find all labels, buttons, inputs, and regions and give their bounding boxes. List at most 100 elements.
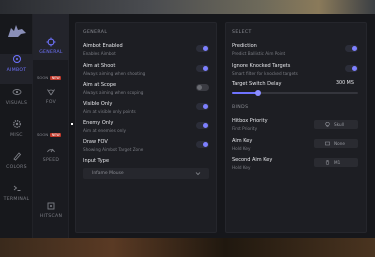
palette-icon <box>12 152 21 161</box>
option-title: Second Aim Key <box>232 157 273 163</box>
toggle-knob <box>352 66 357 71</box>
aim-key-button[interactable]: None <box>314 139 358 148</box>
mouse-icon <box>325 160 330 165</box>
toggle-knob <box>352 46 357 51</box>
option-title: Target Switch Delay <box>232 81 282 87</box>
subnav-item-fov[interactable]: FOV <box>33 87 69 105</box>
input-type-title: Input Type <box>83 158 110 164</box>
chevron-down-icon <box>195 172 201 176</box>
aimbot-enabled-toggle[interactable] <box>196 45 209 52</box>
rail-item-terminal[interactable]: TERMINAL <box>0 183 33 213</box>
rail-item-label: TERMINAL <box>3 197 30 202</box>
rail-item-visuals[interactable]: VISUALS <box>0 87 33 117</box>
subnav-item-hitscan[interactable]: HITSCAN <box>33 201 69 219</box>
soon-text: SOON <box>37 75 49 80</box>
soon-tag: SOON NEW <box>37 75 62 80</box>
key-label: None <box>334 141 345 146</box>
target-switch-delay-slider[interactable] <box>232 90 358 96</box>
option-description: First Priority <box>232 125 258 131</box>
option-description: Enables Aimbot <box>83 50 116 56</box>
subnav-item-label: HITSCAN <box>39 214 63 219</box>
binds-title: BINDS <box>232 105 249 110</box>
hitscan-icon <box>47 202 55 210</box>
aim-at-shoot-toggle[interactable] <box>196 65 209 72</box>
eye-icon <box>12 89 21 95</box>
option-hitbox-priority: Hitbox Priority First Priority <box>232 118 268 131</box>
option-title: Ignore Knocked Targets <box>232 63 291 69</box>
option-title: Enemy Only <box>83 120 114 126</box>
option-enemy-only: Enemy Only Aim at enemies only <box>83 120 126 133</box>
option-visible-only: Visible Only Aim at visible only points <box>83 101 136 114</box>
option-title: Draw FOV <box>83 139 108 145</box>
option-title: Visible Only <box>83 101 113 107</box>
option-title: Aimbot Enabled <box>83 43 123 49</box>
option-aim-key: Aim Key Hold Key <box>232 138 252 151</box>
menu-window: AIMBOT VISUALS MISC COLORS TERMINAL GENE… <box>0 14 375 238</box>
rail-item-label: COLORS <box>6 165 27 170</box>
gear-icon <box>12 120 21 128</box>
option-aim-at-shoot: Aim at Shoot Always aiming when shooting <box>83 63 145 76</box>
option-description: Always aiming when shooting <box>83 70 146 76</box>
slider-value: 300 MS <box>336 81 354 86</box>
option-draw-fov: Draw FOV Showing Aimbot Target Zone <box>83 139 143 152</box>
toggle-knob <box>203 142 208 147</box>
rail-item-label: VISUALS <box>5 101 28 106</box>
option-title: Prediction <box>232 43 257 49</box>
aimbot-subnav: GENERAL SOON NEW FOV SOON NEW SPEED HITSCA… <box>33 14 69 238</box>
rail-item-misc[interactable]: MISC <box>0 119 33 149</box>
terminal-icon <box>13 185 20 191</box>
enemy-only-toggle[interactable] <box>196 122 209 129</box>
option-title: Aim at Shoot <box>83 63 116 69</box>
key-label: Skull <box>334 122 344 127</box>
second-aim-key-button[interactable]: M1 <box>314 158 358 167</box>
option-description: Aim at enemies only <box>83 127 126 133</box>
input-type-value: Infame Mouse <box>92 171 124 176</box>
option-description: Showing Aimbot Target Zone <box>83 146 144 152</box>
mouse-cursor <box>71 123 73 125</box>
rail-item-label: AIMBOT <box>6 68 27 73</box>
rail-item-aimbot[interactable]: AIMBOT <box>0 54 33 84</box>
subnav-item-label: GENERAL <box>39 50 63 55</box>
subnav-item-label: SPEED <box>42 158 60 163</box>
option-second-aim-key: Second Aim Key Hold Key <box>232 157 272 170</box>
keyboard-icon <box>325 141 330 146</box>
new-badge: NEW <box>50 76 62 80</box>
crosshair-icon <box>46 37 56 47</box>
toggle-knob <box>197 85 202 90</box>
toggle-knob <box>203 66 208 71</box>
hitbox-priority-button[interactable]: Skull <box>314 120 358 129</box>
soon-tag: SOON NEW <box>37 132 62 137</box>
option-description: Aim at visible only points <box>83 108 136 114</box>
option-title: Aim Key <box>232 138 253 144</box>
rail-item-colors[interactable]: COLORS <box>0 151 33 181</box>
fov-icon <box>47 89 55 96</box>
subnav-item-label: FOV <box>45 100 57 105</box>
rail-item-label: MISC <box>10 133 23 138</box>
option-ignore-knocked: Ignore Knocked Targets Smart filter for … <box>232 63 298 76</box>
prediction-toggle[interactable] <box>345 45 358 52</box>
main-sidebar: AIMBOT VISUALS MISC COLORS TERMINAL <box>0 14 33 238</box>
subnav-item-speed[interactable]: SPEED <box>33 145 69 163</box>
input-type-label: Input Type <box>83 158 109 164</box>
option-description: Predict Ballistic Aim Point <box>232 50 286 56</box>
game-background-top <box>0 0 375 15</box>
general-title: GENERAL <box>83 30 108 35</box>
visible-only-toggle[interactable] <box>196 103 209 110</box>
subnav-item-general[interactable]: GENERAL <box>33 14 69 60</box>
option-aimbot-enabled: Aimbot Enabled Enables Aimbot <box>83 43 123 56</box>
game-background-bottom <box>0 238 375 257</box>
speed-icon <box>47 148 55 153</box>
option-prediction: Prediction Predict Ballistic Aim Point <box>232 43 285 56</box>
draw-fov-toggle[interactable] <box>196 141 209 148</box>
ignore-knocked-toggle[interactable] <box>345 65 358 72</box>
aim-at-scope-toggle[interactable] <box>196 84 209 91</box>
target-icon <box>12 55 21 63</box>
new-badge: NEW <box>50 133 62 137</box>
option-title: Aim at Scope <box>83 82 117 88</box>
input-type-dropdown[interactable]: Infame Mouse <box>83 168 209 179</box>
option-description: Smart filter for knocked targets <box>232 70 298 76</box>
option-description: Hold Key <box>232 145 251 151</box>
option-title: Hitbox Priority <box>232 118 268 124</box>
key-label: M1 <box>334 160 341 165</box>
skull-icon <box>325 122 330 127</box>
